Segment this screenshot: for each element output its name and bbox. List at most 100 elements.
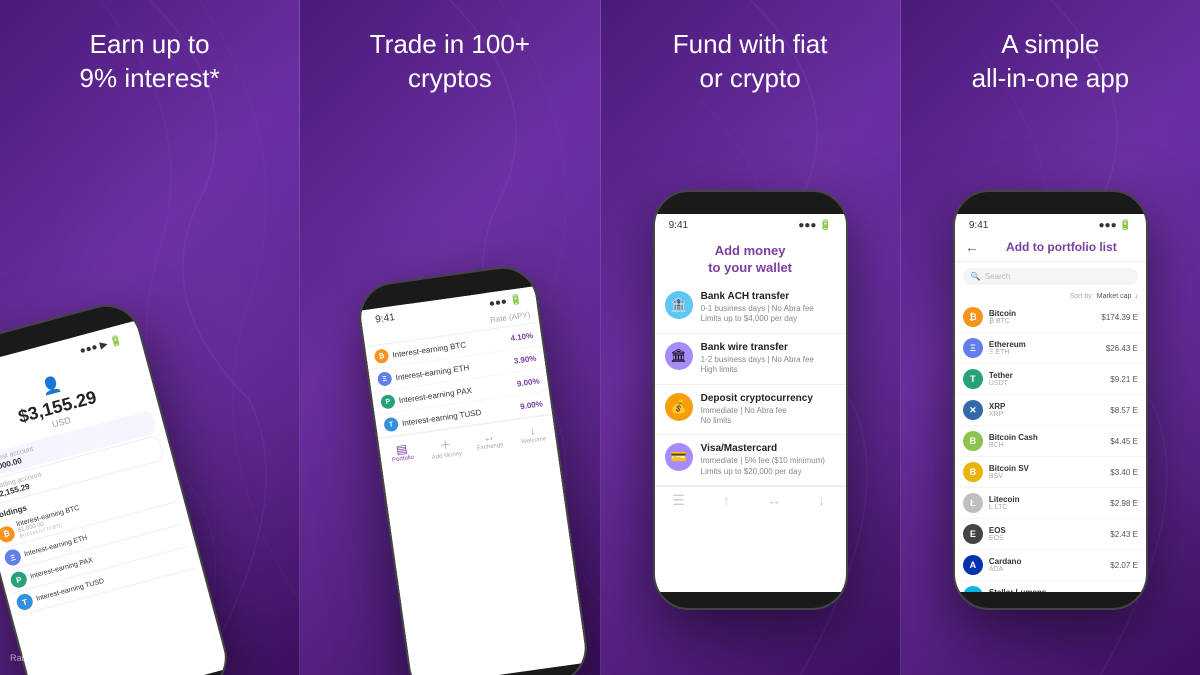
ach-desc: 0-1 business days | No Abra feeLimits up… <box>701 304 814 325</box>
crypto-info: Deposit cryptocurrency Immediate | No Ab… <box>701 393 813 427</box>
panel-1-heading: Earn up to9% interest* <box>80 28 220 96</box>
p3-tab-2[interactable]: ↑ <box>702 492 750 510</box>
status-bar-4: 9:41 ●●● 🔋 <box>955 214 1146 233</box>
search-box[interactable]: 🔍 Search <box>963 268 1138 285</box>
signal-4: ●●● 🔋 <box>1099 220 1132 231</box>
panel-fund-wallet: Fund with fiator crypto 9:41 ●●● 🔋 Add m… <box>600 0 900 675</box>
panel-4-screen: 9:41 ●●● 🔋 ← Add to portfolio list 🔍 Sea… <box>955 214 1146 592</box>
tusd-rate: 9.00% <box>519 399 543 411</box>
crypto-deposit-desc: Immediate | No Abra feeNo limits <box>701 406 813 427</box>
p3-tab-3[interactable]: ↔ <box>750 492 798 510</box>
bsv-info: Bitcoin SV BSV <box>989 464 1110 480</box>
tab-exchange[interactable]: ↔ Exchange <box>466 425 513 458</box>
coin-eos[interactable]: E EOS EOS $2.43 E <box>955 519 1146 550</box>
pax-icon: P <box>9 570 29 590</box>
bitcoin-icon: ₿ <box>963 307 983 327</box>
eth-row-icon: Ξ <box>377 371 393 387</box>
panel-1-phone-wrapper: 9:41 ●●● ▶ 🔋 👤 $3,155.29 USD Interest ac… <box>0 133 235 675</box>
ada-name: Cardano <box>989 557 1110 566</box>
coin-bsv[interactable]: B Bitcoin SV BSV $3.40 E <box>955 457 1146 488</box>
xrp-price: $8.57 E <box>1110 406 1138 415</box>
ach-icon: 🏦 <box>665 291 693 319</box>
ada-price: $2.07 E <box>1110 561 1138 570</box>
phone-notch-4 <box>1000 192 1100 214</box>
coin-tether[interactable]: T Tether USDT $9.21 E <box>955 364 1146 395</box>
payment-method-wire[interactable]: 🏛 Bank wire transfer 1-2 business days |… <box>655 334 846 385</box>
payment-method-crypto[interactable]: 💰 Deposit cryptocurrency Immediate | No … <box>655 385 846 436</box>
ada-symbol: ADA <box>989 566 1110 573</box>
tusd-icon: T <box>15 592 35 612</box>
pax-row-icon: P <box>380 394 396 410</box>
payment-method-ach[interactable]: 🏦 Bank ACH transfer 0-1 business days | … <box>655 283 846 334</box>
bitcoin-symbol: ₿ BTC <box>989 318 1102 325</box>
btc-rate: 4.10% <box>510 330 534 342</box>
coin-ada[interactable]: A Cardano ADA $2.07 E <box>955 550 1146 581</box>
bitcoin-info: Bitcoin ₿ BTC <box>989 309 1102 325</box>
bitcoin-price: $174.39 E <box>1101 313 1137 322</box>
panel-earn-interest: Earn up to9% interest* 9:41 ●●● ▶ 🔋 👤 $3… <box>0 0 299 675</box>
sort-direction-icon[interactable]: ↓ <box>1134 293 1138 300</box>
panel-3-screen: 9:41 ●●● 🔋 Add moneyto your wallet 🏦 Ban… <box>655 214 846 592</box>
panel-portfolio-app: A simpleall-in-one app 9:41 ●●● 🔋 ← Add … <box>900 0 1200 675</box>
phone-notch-3 <box>700 192 800 214</box>
payment-method-card[interactable]: 💳 Visa/Mastercard Immediate | 5% fee ($1… <box>655 435 846 486</box>
portfolio-header: ← Add to portfolio list <box>955 233 1146 262</box>
ltc-info: Litecoin Ł LTC <box>989 495 1110 511</box>
xlm-icon: ✦ <box>963 586 983 592</box>
panel-trade-cryptos: Trade in 100+cryptos 9:41 ●●● 🔋 Rate (AP… <box>299 0 599 675</box>
btc-row-icon: ₿ <box>374 348 390 364</box>
ethereum-info: Ethereum Ξ ETH <box>989 340 1106 356</box>
p3-tab-4[interactable]: ↓ <box>798 492 846 510</box>
bch-name: Bitcoin Cash <box>989 433 1110 442</box>
card-info: Visa/Mastercard Immediate | 5% fee ($10 … <box>701 443 825 477</box>
p3-tab-4-icon: ↓ <box>798 492 846 508</box>
wire-info: Bank wire transfer 1-2 business days | N… <box>701 342 814 376</box>
xrp-icon: ✕ <box>963 400 983 420</box>
tether-symbol: USDT <box>989 380 1110 387</box>
time-4: 9:41 <box>969 220 988 231</box>
p3-tab-1[interactable]: ☰ <box>655 492 703 510</box>
card-name: Visa/Mastercard <box>701 443 825 454</box>
col-rate: Rate (APY) <box>489 310 530 325</box>
p3-tab-1-icon: ☰ <box>655 492 703 509</box>
coin-ethereum[interactable]: Ξ Ethereum Ξ ETH $26.43 E <box>955 333 1146 364</box>
coin-xlm[interactable]: ✦ Stellar Lumens XLM <box>955 581 1146 592</box>
sort-value[interactable]: Market cap <box>1097 293 1132 300</box>
panel-2-phone: 9:41 ●●● 🔋 Rate (APY) ₿ Interest-earning… <box>355 262 592 675</box>
panel-2-phone-wrapper: 9:41 ●●● 🔋 Rate (APY) ₿ Interest-earning… <box>334 114 591 675</box>
ethereum-icon: Ξ <box>963 338 983 358</box>
panel-4-phone-wrapper: 9:41 ●●● 🔋 ← Add to portfolio list 🔍 Sea… <box>953 106 1148 675</box>
bch-info: Bitcoin Cash BCH <box>989 433 1110 449</box>
tab-portfolio[interactable]: ▤ Portfolio <box>379 437 426 470</box>
panel-3-header: Fund with fiator crypto <box>653 0 848 106</box>
ethereum-price: $26.43 E <box>1106 344 1138 353</box>
xlm-name: Stellar Lumens <box>989 588 1138 592</box>
coin-xrp[interactable]: ✕ XRP XRP $8.57 E <box>955 395 1146 426</box>
ethereum-symbol: Ξ ETH <box>989 349 1106 356</box>
eos-icon: E <box>963 524 983 544</box>
coin-bch[interactable]: B Bitcoin Cash BCH $4.45 E <box>955 426 1146 457</box>
card-desc: Immediate | 5% fee ($10 minimum)Limits u… <box>701 456 825 477</box>
eth-icon: Ξ <box>3 548 23 568</box>
ach-name: Bank ACH transfer <box>701 291 814 302</box>
ltc-symbol: Ł LTC <box>989 504 1110 511</box>
eos-price: $2.43 E <box>1110 530 1138 539</box>
wire-icon: 🏛 <box>665 342 693 370</box>
coin-ltc[interactable]: Ł Litecoin Ł LTC $2.98 E <box>955 488 1146 519</box>
bsv-symbol: BSV <box>989 473 1110 480</box>
coin-bitcoin[interactable]: ₿ Bitcoin ₿ BTC $174.39 E <box>955 302 1146 333</box>
status-bar-3: 9:41 ●●● 🔋 <box>655 214 846 233</box>
bitcoin-name: Bitcoin <box>989 309 1102 318</box>
panel-1-screen: 9:41 ●●● ▶ 🔋 👤 $3,155.29 USD Interest ac… <box>0 321 229 675</box>
tab-welcome[interactable]: ↓ Welcome <box>509 419 556 452</box>
panel-1-phone: 9:41 ●●● ▶ 🔋 👤 $3,155.29 USD Interest ac… <box>0 297 235 675</box>
bsv-icon: B <box>963 462 983 482</box>
tab-add-money[interactable]: ＋ Add Money <box>422 431 469 464</box>
rates-note: Rates subject to change <box>10 653 107 663</box>
tether-icon: T <box>963 369 983 389</box>
ltc-name: Litecoin <box>989 495 1110 504</box>
search-icon: 🔍 <box>971 272 981 281</box>
p3-tab-3-icon: ↔ <box>750 492 798 508</box>
back-button[interactable]: ← <box>965 239 979 255</box>
panel-3-phone: 9:41 ●●● 🔋 Add moneyto your wallet 🏦 Ban… <box>653 190 848 610</box>
